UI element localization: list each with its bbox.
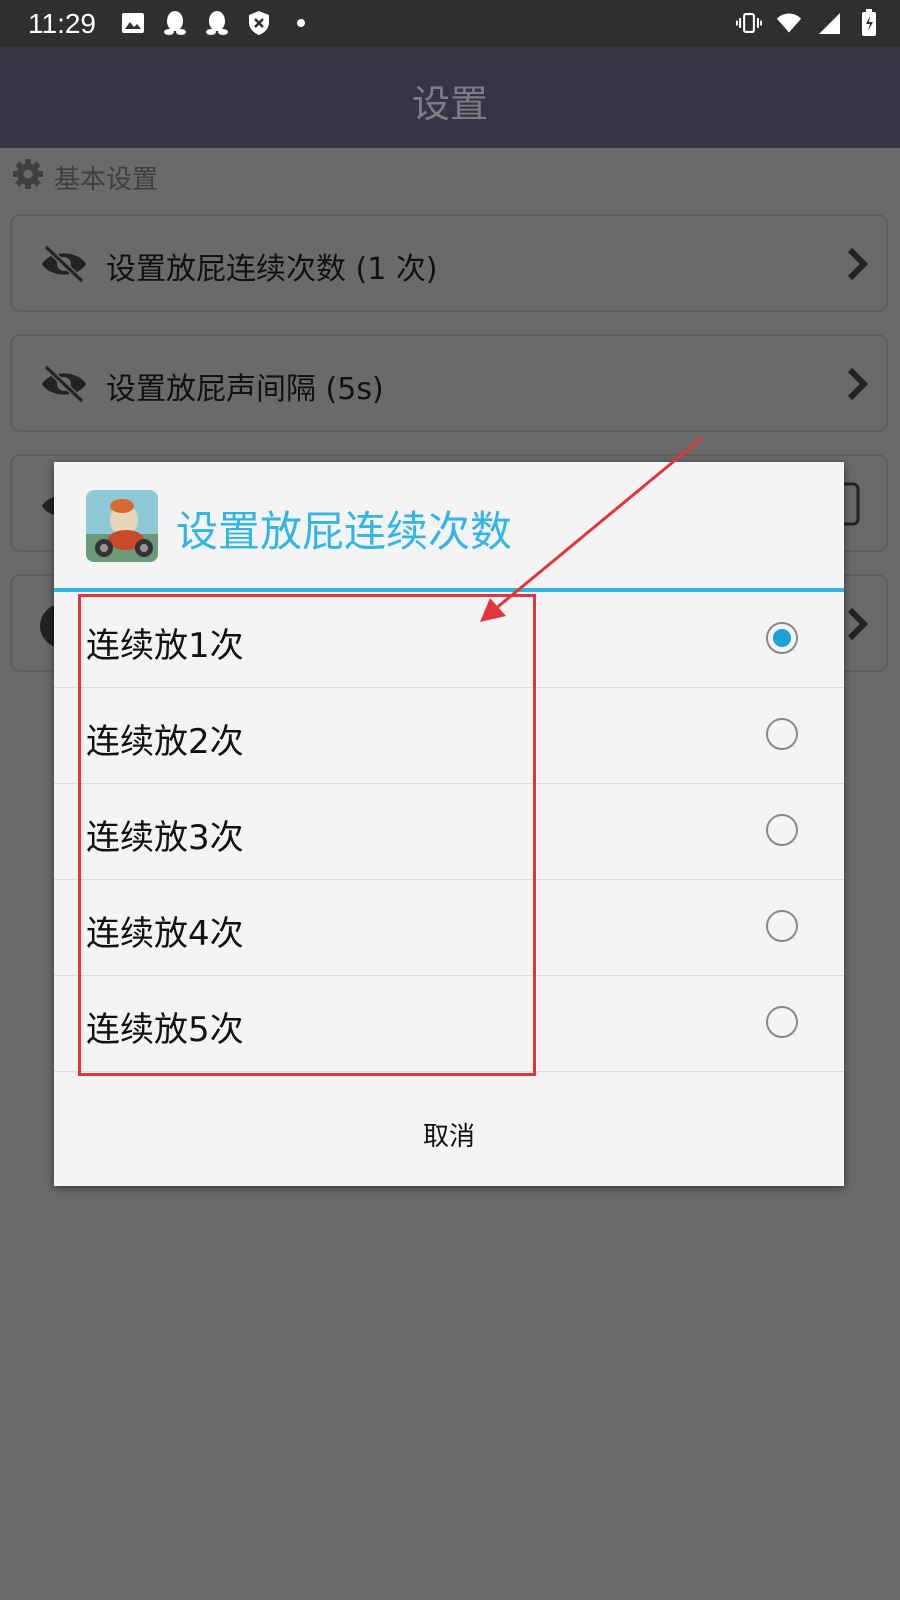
app-bar: 设置: [0, 47, 900, 148]
dialog-footer: 取消: [54, 1078, 844, 1186]
radio-button[interactable]: [766, 910, 798, 942]
cancel-button[interactable]: 取消: [54, 1116, 844, 1153]
vibrate-icon: [736, 10, 762, 36]
chevron-right-icon: [842, 604, 872, 644]
radio-button[interactable]: [766, 1006, 798, 1038]
eye-off-icon: [40, 364, 88, 404]
setting-card-fart-interval[interactable]: 设置放屁声间隔 (5s): [10, 334, 888, 432]
wifi-icon: [776, 10, 802, 36]
section-title: 基本设置: [54, 165, 159, 195]
qq-icon: [162, 10, 188, 36]
setting-card-label: 设置放屁连续次数 (1 次): [106, 252, 438, 287]
battery-icon: [856, 9, 882, 36]
radio-button[interactable]: [766, 814, 798, 846]
status-time: 11:29: [28, 8, 96, 39]
chevron-right-icon: [842, 244, 872, 284]
dot-icon: [288, 10, 314, 36]
image-icon: [120, 10, 146, 36]
eye-off-icon: [40, 244, 88, 284]
system-icons: [736, 9, 882, 36]
radio-button[interactable]: [766, 718, 798, 750]
gear-icon: [12, 158, 44, 197]
dialog-title: 设置放屁连续次数: [176, 507, 513, 556]
section-header: 基本设置: [12, 158, 158, 197]
setting-card-label: 设置放屁声间隔 (5s): [106, 372, 384, 407]
qq-icon: [204, 10, 230, 36]
chevron-right-icon: [842, 364, 872, 404]
setting-card-fart-count[interactable]: 设置放屁连续次数 (1 次): [10, 214, 888, 312]
annotation-highlight-box: [78, 594, 536, 1076]
dialog-header: 设置放屁连续次数: [54, 462, 844, 590]
shield-x-icon: [246, 10, 272, 36]
notification-icons: [120, 10, 314, 36]
radio-button-selected[interactable]: [766, 622, 798, 654]
app-icon: [86, 490, 158, 562]
page-title: 设置: [411, 82, 488, 126]
signal-icon: [816, 10, 842, 36]
status-bar: 11:29: [0, 0, 900, 47]
